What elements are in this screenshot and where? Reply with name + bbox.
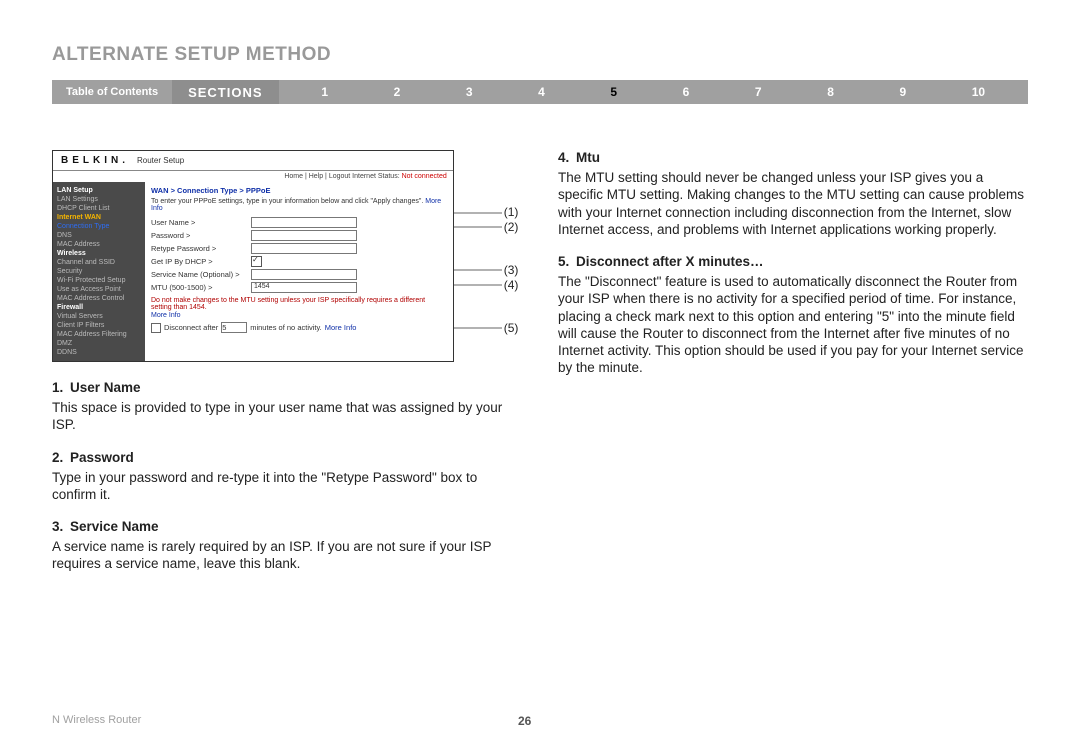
page-footer: N Wireless Router 26	[52, 714, 1028, 728]
toc-link[interactable]: Table of Contents	[52, 86, 172, 98]
password-input[interactable]	[251, 230, 357, 241]
sections-label: sections	[172, 80, 278, 104]
callout-numbers: (1) (2) (3) (4) (5)	[454, 150, 522, 362]
router-main: WAN > Connection Type > PPPoE To enter y…	[145, 182, 453, 361]
router-top-links: Home | Help | Logout Internet Status: No…	[53, 171, 453, 182]
item-5-heading: 5.Disconnect after X minutes…	[558, 254, 1028, 269]
router-sidebar: LAN Setup LAN Settings DHCP Client List …	[53, 182, 145, 361]
item-4-text: The MTU setting should never be changed …	[558, 169, 1028, 238]
item-3-heading: 3.Service Name	[52, 519, 522, 534]
dhcp-checkbox[interactable]	[251, 256, 262, 267]
item-5-text: The "Disconnect" feature is used to auto…	[558, 273, 1028, 377]
router-subtitle: Router Setup	[137, 156, 184, 165]
item-1-heading: 1.User Name	[52, 380, 522, 395]
nav-3[interactable]: 3	[466, 85, 473, 99]
item-4-heading: 4.Mtu	[558, 150, 1028, 165]
router-breadcrumb: WAN > Connection Type > PPPoE	[151, 186, 447, 195]
router-screenshot: BELKIN. Router Setup Home | Help | Logou…	[52, 150, 454, 362]
nav-2[interactable]: 2	[394, 85, 401, 99]
nav-6[interactable]: 6	[683, 85, 690, 99]
page-number: 26	[518, 714, 531, 728]
disconnect-checkbox[interactable]	[151, 323, 161, 333]
item-3-text: A service name is rarely required by an …	[52, 538, 522, 573]
service-name-input[interactable]	[251, 269, 357, 280]
item-1-text: This space is provided to type in your u…	[52, 399, 522, 434]
disconnect-minutes-input[interactable]: 5	[221, 322, 247, 333]
more-info-link-2[interactable]: More Info	[151, 312, 447, 319]
page-title: Alternate Setup Method	[52, 44, 1028, 66]
item-2-heading: 2.Password	[52, 450, 522, 465]
mtu-input[interactable]: 1454	[251, 282, 357, 293]
more-info-link-3[interactable]: More Info	[325, 323, 357, 332]
nav-7[interactable]: 7	[755, 85, 762, 99]
footer-product: N Wireless Router	[52, 714, 141, 728]
retype-password-input[interactable]	[251, 243, 357, 254]
section-nav: Table of Contents sections 1 2 3 4 5 6 7…	[52, 80, 1028, 104]
mtu-warning: Do not make changes to the MTU setting u…	[151, 297, 447, 311]
nav-1[interactable]: 1	[321, 85, 328, 99]
item-2-text: Type in your password and re-type it int…	[52, 469, 522, 504]
nav-10[interactable]: 10	[972, 85, 985, 99]
username-input[interactable]	[251, 217, 357, 228]
nav-9[interactable]: 9	[899, 85, 906, 99]
nav-5[interactable]: 5	[610, 85, 617, 99]
nav-8[interactable]: 8	[827, 85, 834, 99]
nav-4[interactable]: 4	[538, 85, 545, 99]
belkin-logo: BELKIN.	[61, 155, 129, 166]
